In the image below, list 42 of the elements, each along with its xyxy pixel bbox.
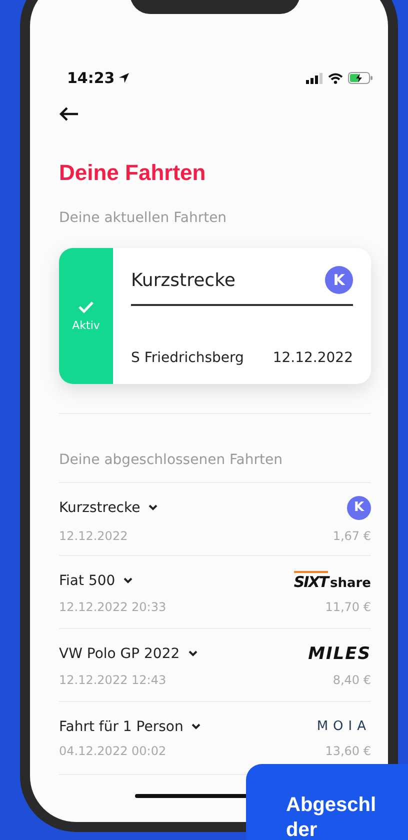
ride-name: Kurzstrecke [59,500,140,516]
provider-logo: SIXT [294,570,328,590]
ride-name: VW Polo GP 2022 [59,646,180,662]
ride-name: Fahrt für 1 Person [59,718,184,734]
ride-price: 8,40 € [332,672,371,686]
battery-charging-icon [348,72,373,84]
page-title: Deine Fahrten [59,160,207,186]
chevron-down-icon [188,650,198,657]
ride-row[interactable]: VW Polo GP 2022 MILES 12.12.2022 12:43 8,40 € [59,629,371,702]
ride-row[interactable]: Kurzstrecke K 12.12.2022 1,67 € [59,483,371,556]
provider-logo-suffix: share [330,576,371,590]
section-heading: Deine aktuellen Fahrten [59,210,228,226]
provider-badge: K [347,496,371,520]
active-ride-card[interactable]: Aktiv Kurzstrecke K S Friedrichsberg 12.12.2022 [59,248,371,384]
location-arrow-icon [118,72,130,84]
provider-badge: K [325,266,353,294]
ride-name: Fiat 500 [59,572,116,588]
provider-logo: MOIA [316,719,371,734]
ride-price: 13,60 € [325,744,371,758]
provider-logo: MILES [308,644,371,664]
chevron-down-icon [123,577,134,584]
ride-date: 04.12.2022 00:02 [59,744,166,758]
callout-text: Abgeschl [286,794,378,817]
ride-date: 12.12.2022 20:33 [59,600,166,614]
check-icon [78,300,94,312]
ride-date: 12.12.2022 12:43 [59,672,166,686]
stop-name: S Friedrichsberg [131,350,244,366]
ride-date: 12.12.2022 [59,528,128,542]
chevron-down-icon [148,504,158,511]
signal-icon [306,72,323,84]
chevron-down-icon [191,723,202,730]
back-arrow-icon[interactable] [59,106,79,122]
callout-text: der [286,819,318,840]
status-time: 14:23 [67,69,115,87]
status-label: Aktiv [72,318,100,332]
ride-price: 1,67 € [332,528,371,542]
ride-price: 11,70 € [325,600,371,614]
wifi-icon [328,72,343,84]
ride-row[interactable]: Fiat 500 SIXTshare 12.12.2022 20:33 11,70 € [59,556,371,629]
section-heading: Deine abgeschlossenen Fahrten [59,452,284,468]
ticket-name: Kurzstrecke [131,270,236,290]
ride-date: 12.12.2022 [272,350,353,366]
